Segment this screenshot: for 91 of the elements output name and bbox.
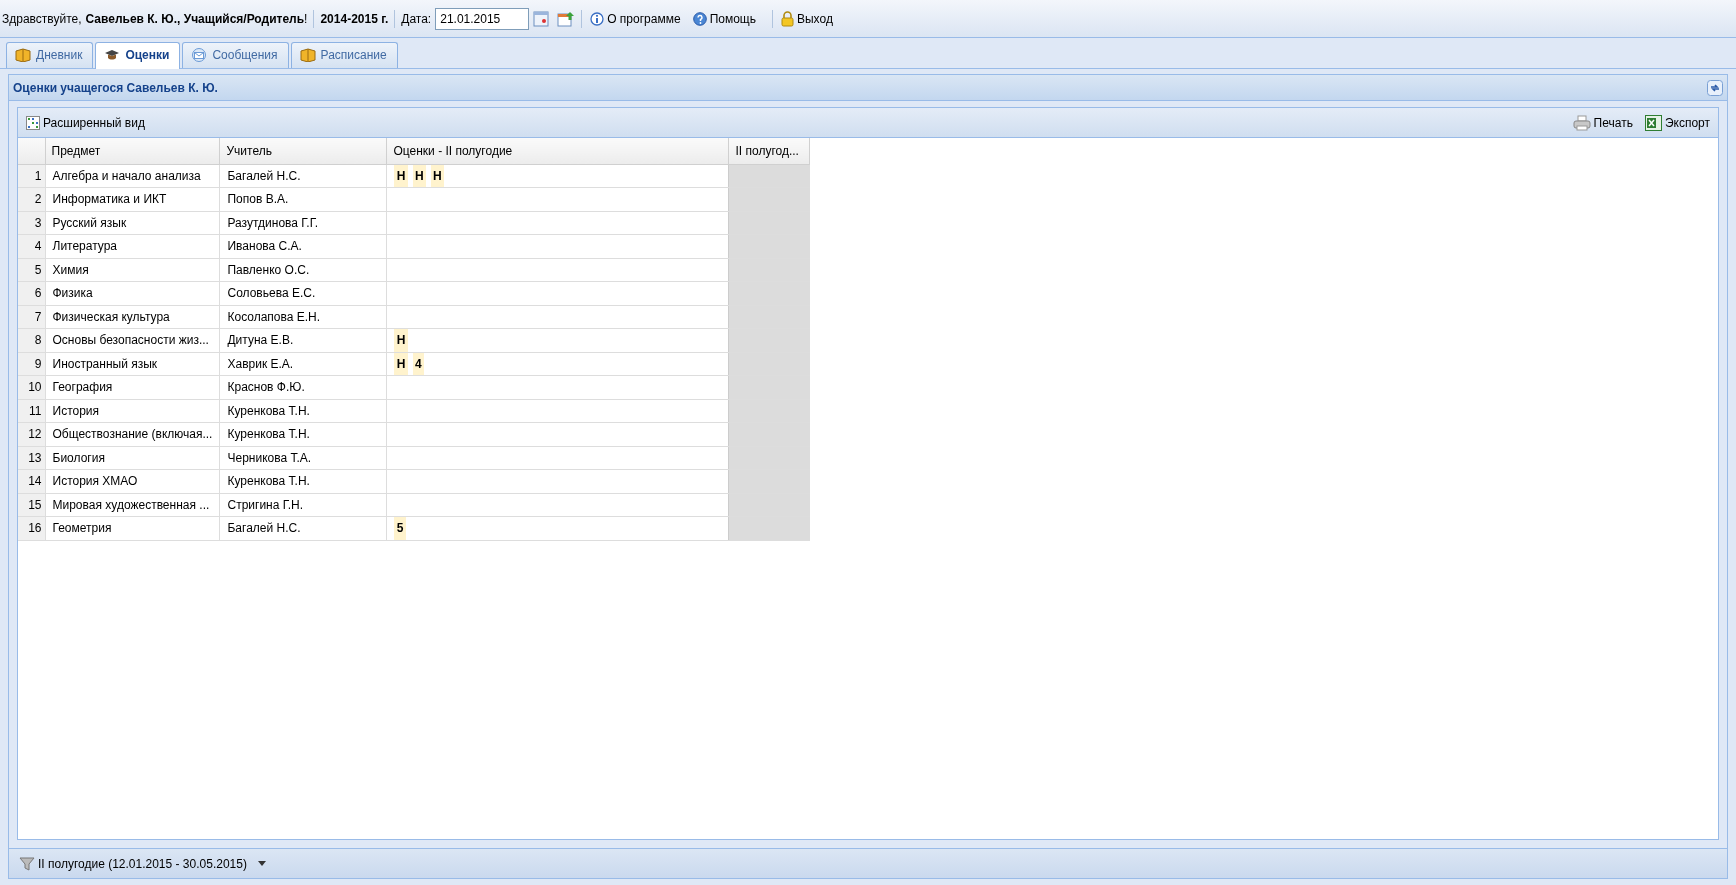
- subject-cell: Алгебра и начало анализа: [45, 164, 220, 188]
- teacher-cell: Павленко О.С.: [219, 258, 387, 282]
- subject-cell: История ХМАО: [45, 469, 220, 493]
- teacher-cell: Иванова С.А.: [219, 234, 387, 258]
- grade-mark: Н: [394, 329, 408, 352]
- period-filter-button[interactable]: II полугодие (12.01.2015 - 30.05.2015): [17, 854, 268, 873]
- subject-cell: Литература: [45, 234, 220, 258]
- date-label: Дата:: [401, 10, 432, 28]
- graduation-cap-icon: [104, 48, 121, 62]
- teacher-cell: Попов В.А.: [219, 187, 387, 211]
- row-number: 5: [18, 258, 45, 282]
- subject-cell: География: [45, 375, 220, 399]
- row-number: 14: [18, 469, 45, 493]
- row-number: 15: [18, 493, 45, 517]
- subject-cell: Обществознание (включая...: [45, 422, 220, 446]
- teacher-cell: Багалей Н.С.: [219, 516, 387, 540]
- row-number: 10: [18, 375, 45, 399]
- teacher-cell: Краснов Ф.Ю.: [219, 375, 387, 399]
- column-header: Учитель: [219, 138, 387, 164]
- padlock-icon: [781, 10, 794, 27]
- logout-link[interactable]: Выход: [779, 9, 835, 28]
- date-field[interactable]: 21.01.2015: [435, 7, 530, 30]
- teacher-cell: Куренкова Т.Н.: [219, 399, 387, 423]
- row-number: 13: [18, 446, 45, 470]
- caret-icon: [257, 861, 266, 866]
- teacher-cell: Разутдинова Г.Г.: [219, 211, 387, 235]
- row-number: 7: [18, 305, 45, 329]
- tab[interactable]: Расписание: [290, 42, 398, 68]
- row-number: 8: [18, 328, 45, 352]
- row-number: 1: [18, 164, 45, 188]
- row-number: 4: [18, 234, 45, 258]
- subject-cell: Русский язык: [45, 211, 220, 235]
- grade-mark: 4: [412, 352, 424, 375]
- row-number: 16: [18, 516, 45, 540]
- today-button[interactable]: [557, 9, 576, 28]
- tab[interactable]: Дневник: [6, 42, 94, 68]
- row-number: 12: [18, 422, 45, 446]
- teacher-cell: Хаврик Е.А.: [219, 352, 387, 376]
- teacher-cell: Дитуна Е.В.: [219, 328, 387, 352]
- spreadsheet-icon: [1644, 114, 1662, 131]
- grade-mark: Н: [412, 164, 426, 187]
- grade-mark: Н: [394, 352, 408, 375]
- filter-icon: [19, 855, 35, 872]
- row-number: 9: [18, 352, 45, 376]
- grid-icon: [26, 115, 40, 130]
- row-number: 2: [18, 187, 45, 211]
- view-button[interactable]: Расширенный вид: [24, 113, 147, 132]
- tab[interactable]: Сообщения: [182, 42, 289, 68]
- subject-cell: Биология: [45, 446, 220, 470]
- subject-cell: История: [45, 399, 220, 423]
- greeting-text: Здравствуйте,: [2, 10, 82, 28]
- help-icon: [692, 11, 707, 26]
- subject-cell: Иностранный язык: [45, 352, 220, 376]
- book-icon: [15, 48, 31, 62]
- calendar-button[interactable]: [533, 9, 550, 28]
- help-link[interactable]: Помощь: [690, 9, 758, 28]
- teacher-cell: Косолапова Е.Н.: [219, 305, 387, 329]
- refresh-button[interactable]: [1707, 78, 1723, 97]
- subject-cell: Геометрия: [45, 516, 220, 540]
- column-header: Предмет: [45, 138, 220, 164]
- subject-cell: Физика: [45, 281, 220, 305]
- panel-title: Оценки учащегося Савельев К. Ю.: [13, 79, 218, 97]
- book-icon: [299, 48, 316, 62]
- exclamation-mark: !: [304, 10, 308, 28]
- teacher-cell: Куренкова Т.Н.: [219, 422, 387, 446]
- export-button[interactable]: Экспорт: [1642, 113, 1712, 132]
- grade-mark: Н: [430, 164, 444, 187]
- column-header: II полугод...: [728, 138, 810, 164]
- teacher-cell: Черникова Т.А.: [219, 446, 387, 470]
- subject-cell: Химия: [45, 258, 220, 282]
- teacher-cell: Стригина Г.Н.: [219, 493, 387, 517]
- print-button[interactable]: Печать: [1570, 113, 1635, 132]
- teacher-cell: Куренкова Т.Н.: [219, 469, 387, 493]
- teacher-cell: Багалей Н.С.: [219, 164, 387, 188]
- grade-mark: 5: [394, 517, 406, 540]
- info-icon: [590, 10, 605, 27]
- subject-cell: Мировая художественная ...: [45, 493, 220, 517]
- row-number: 3: [18, 211, 45, 235]
- subject-cell: Информатика и ИКТ: [45, 187, 220, 211]
- subject-cell: Основы безопасности жиз...: [45, 328, 220, 352]
- row-number: 11: [18, 399, 45, 423]
- envelope-icon: [191, 48, 208, 62]
- row-number: 6: [18, 281, 45, 305]
- school-year: 2014-2015 г.: [320, 10, 389, 28]
- tab[interactable]: Оценки: [95, 42, 181, 69]
- subject-cell: Физическая культура: [45, 305, 220, 329]
- column-header: Оценки - II полугодие: [386, 138, 729, 164]
- grade-mark: Н: [394, 164, 408, 187]
- teacher-cell: Соловьева Е.С.: [219, 281, 387, 305]
- printer-icon: [1572, 114, 1591, 131]
- about-link[interactable]: О программе: [588, 9, 683, 28]
